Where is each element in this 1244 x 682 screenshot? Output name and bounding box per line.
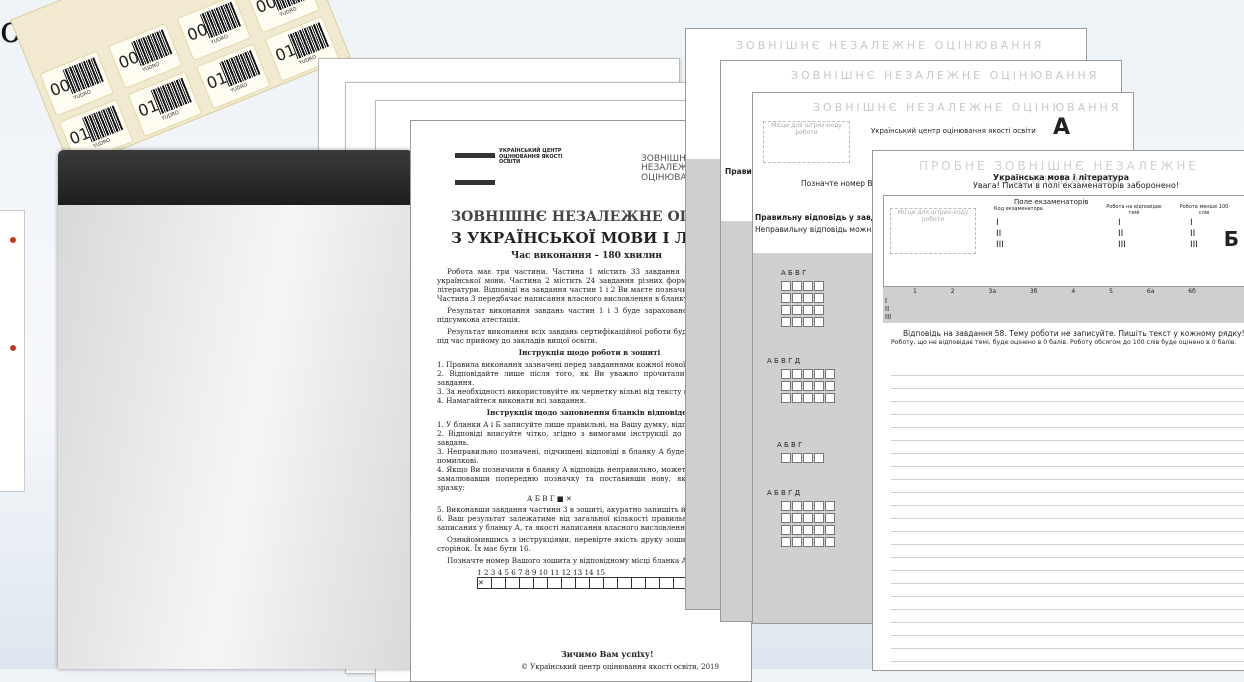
score-table: 1 2 3а 3б 4 5 6а 6б I II III: [883, 287, 1244, 323]
logo-text: УКРАЇНСЬКИЙ ЦЕНТР ОЦІНЮВАННЯ ЯКОСТІ ОСВІ…: [499, 148, 563, 165]
writing-lines[interactable]: [891, 363, 1244, 663]
copyright: © Український центр оцінювання якості ос…: [521, 663, 719, 671]
bullet-dot: [10, 345, 16, 351]
bag-seal-strip: [58, 150, 413, 205]
wish: Зичимо Вам успіху!: [561, 649, 654, 659]
ucoyo-logo: [455, 153, 495, 185]
letter-b: Б: [1223, 227, 1239, 251]
scoring-rule: Роботу, що не відповідає темі, буде оцін…: [891, 339, 1237, 346]
letter-a: А: [1053, 115, 1071, 140]
examiner-field: Поле екзаменаторів Місце для штрих-коду …: [883, 195, 1244, 287]
task-58-instruction: Відповідь на завдання 58. Тему роботи не…: [903, 329, 1244, 338]
answer-sheet-b: ПРОБНЕ ЗОВНІШНЄ НЕЗАЛЕЖНЕ ОЦІНЮВАННЯ Укр…: [872, 150, 1244, 671]
bullet-dot: [10, 237, 16, 243]
warning: Увага! Писати в полі екзаменаторів забор…: [973, 181, 1180, 190]
duration: Час виконання – 180 хвилин: [511, 251, 662, 261]
barcode-sticker-sheet: 00 YUDRO 00 YUDRO 00 YUDRO 00 YUDRO 01 YUDRO …: [10, 0, 351, 171]
side-panel: [0, 210, 25, 492]
security-bag: [58, 150, 413, 669]
